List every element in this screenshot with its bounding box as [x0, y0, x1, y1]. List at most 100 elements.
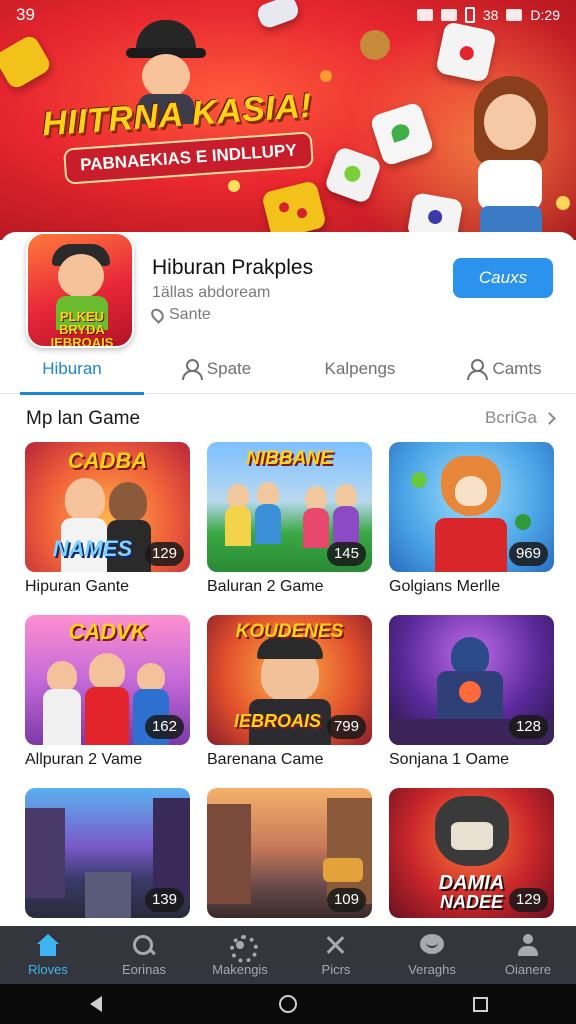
game-thumbnail[interactable]: NIBBANE 145 [207, 442, 372, 572]
game-thumbnail[interactable]: 969 [389, 442, 554, 572]
tab-spate[interactable]: Spate [144, 344, 288, 394]
nav-label: Rloves [28, 961, 68, 977]
game-badge: 145 [326, 542, 366, 566]
game-card[interactable]: NIBBANE 145 Baluran 2 Game [207, 442, 372, 615]
system-nav-bar [0, 984, 576, 1024]
status-bar: 39 38 D:29 [0, 0, 576, 30]
nav-label: Picrs [321, 961, 351, 977]
person-icon [181, 359, 203, 380]
nav-search[interactable]: Eorinas [96, 926, 192, 984]
user-icon [516, 933, 540, 956]
game-title: Allpuran 2 Vame [25, 751, 143, 768]
section-title: Mp lan Game [26, 408, 141, 429]
tab-label: Hiburan [42, 359, 102, 378]
notification-icon [416, 9, 433, 21]
tools-icon [324, 934, 348, 956]
battery-icon [464, 7, 475, 23]
game-grid: CADBA NAMES 129 Hipuran Gante NIBBANE 14… [25, 442, 555, 961]
dice-decoration [261, 179, 327, 240]
wifi-icon [440, 9, 457, 21]
thumb-text: NIBBANE [246, 448, 333, 469]
tab-label: Kalpengs [324, 359, 396, 378]
tab-kalpengs[interactable]: Kalpengs [288, 344, 432, 394]
nav-chat[interactable]: Veraghs [384, 926, 480, 984]
chat-icon [420, 933, 444, 956]
game-card[interactable]: CADVK 162 Allpuran 2 Vame [25, 615, 190, 788]
game-badge: 969 [508, 542, 548, 566]
game-thumbnail[interactable]: 139 [25, 788, 190, 918]
system-back-button[interactable] [66, 984, 126, 1024]
game-badge: 799 [326, 715, 366, 739]
recents-icon [472, 996, 488, 1012]
game-title: Barenana Came [207, 751, 324, 768]
status-clock: D:29 [530, 7, 560, 23]
tab-hiburan[interactable]: Hiburan [0, 344, 144, 395]
promo-banner[interactable]: HIITRNA KASIA! PABNAEKIAS E INDLLUPY [0, 0, 576, 240]
home-icon [36, 933, 60, 956]
game-card[interactable]: 969 Golgians Merlle [389, 442, 554, 615]
app-icon[interactable]: PLKEU BRYDA IEBROAIS [26, 232, 134, 348]
system-home-button[interactable] [258, 984, 318, 1024]
nav-tools[interactable]: Picrs [288, 926, 384, 984]
game-title: Golgians Merlle [389, 578, 501, 595]
cookie-decoration [360, 30, 390, 60]
game-thumbnail[interactable]: DAMIA NADEE 129 [389, 788, 554, 918]
nav-home[interactable]: Rloves [0, 926, 96, 984]
game-badge: 139 [144, 888, 184, 912]
tab-bar: Hiburan Spate Kalpengs Camts [0, 344, 576, 395]
thumb-text: KOUDENES [235, 621, 344, 642]
nav-label: Eorinas [121, 961, 167, 977]
game-thumbnail[interactable]: KOUDENES IEBROAIS 799 [207, 615, 372, 745]
location-icon [148, 306, 167, 324]
app-meta-text: Sante [169, 306, 211, 323]
game-thumbnail[interactable]: 128 [389, 615, 554, 745]
home-circle-icon [279, 995, 297, 1013]
install-button[interactable]: Cauxs [453, 258, 553, 298]
game-badge: 162 [144, 715, 184, 739]
game-thumbnail[interactable]: CADBA NAMES 129 [25, 442, 190, 572]
nav-label: Veraghs [408, 961, 456, 977]
game-badge: 128 [508, 715, 548, 739]
game-title: Baluran 2 Game [207, 578, 324, 595]
game-thumbnail[interactable]: 109 [207, 788, 372, 918]
app-developer[interactable]: 1ällas abdoream [152, 284, 270, 302]
person-icon [466, 359, 489, 380]
thumb-text: CADBA [67, 448, 148, 473]
dice-decoration [435, 21, 497, 83]
game-card[interactable]: 128 Sonjana 1 Oame [389, 615, 554, 788]
game-card[interactable]: KOUDENES IEBROAIS 799 Barenana Came [207, 615, 372, 788]
app-icon-text: PLKEU BRYDA IEBROAIS [50, 309, 114, 348]
candy-decoration [228, 180, 240, 192]
tab-label: Spate [206, 359, 252, 378]
game-badge: 109 [326, 888, 366, 912]
girl-character [450, 76, 560, 240]
app-name: Hiburan Prakples [152, 256, 314, 279]
alarm-icon [506, 9, 523, 21]
back-icon [90, 996, 102, 1012]
nav-settings[interactable]: Makengis [192, 926, 288, 984]
game-card[interactable]: CADBA NAMES 129 Hipuran Gante [25, 442, 190, 615]
nav-profile[interactable]: Oianere [480, 926, 576, 984]
see-more-link[interactable]: BcriGa [485, 408, 556, 428]
game-title: Hipuran Gante [25, 578, 130, 595]
game-badge: 129 [144, 542, 184, 566]
system-recents-button[interactable] [450, 984, 510, 1024]
chevron-right-icon [543, 411, 556, 425]
thumb-text: CADVK [68, 619, 147, 644]
game-badge: 129 [508, 888, 548, 912]
nav-label: Makengis [212, 961, 268, 977]
game-thumbnail[interactable]: CADVK 162 [25, 615, 190, 745]
status-indicator: 38 [482, 7, 499, 23]
nav-label: Oianere [504, 961, 552, 977]
dice-decoration [0, 33, 53, 91]
search-icon [132, 934, 156, 956]
game-title: Sonjana 1 Oame [389, 751, 510, 768]
app-meta: Sante [148, 306, 211, 324]
see-more-label: BcriGa [485, 408, 537, 427]
gear-icon [228, 934, 258, 963]
candy-decoration [320, 70, 332, 82]
tab-label: Camts [492, 359, 542, 378]
tab-camts[interactable]: Camts [432, 344, 576, 394]
status-time: 39 [16, 5, 35, 24]
bottom-nav: Rloves Eorinas Makengis Picrs Veraghs Oi… [0, 926, 576, 984]
